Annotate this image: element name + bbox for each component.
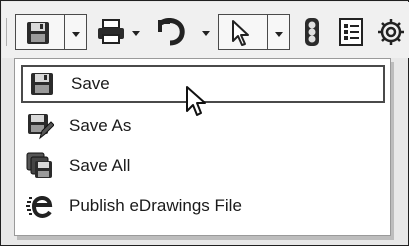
save-as-icon bbox=[25, 111, 55, 141]
menu-item-save-all[interactable]: Save All bbox=[21, 147, 385, 185]
select-split-separator bbox=[267, 15, 268, 49]
menu-item-publish-edrawings[interactable]: Publish eDrawings File bbox=[21, 187, 385, 225]
standard-toolbar bbox=[2, 2, 409, 58]
save-all-icon bbox=[25, 151, 55, 181]
menu-item-label: Save As bbox=[69, 116, 132, 135]
select-chevron-down-icon[interactable] bbox=[271, 29, 287, 39]
print-chevron-down-icon[interactable] bbox=[130, 28, 142, 38]
save-icon bbox=[27, 69, 57, 99]
menu-item-label: Save bbox=[71, 74, 110, 93]
printer-icon[interactable] bbox=[94, 18, 128, 46]
save-split-button[interactable] bbox=[15, 14, 87, 50]
cursor-icon[interactable] bbox=[227, 18, 257, 48]
save-icon[interactable] bbox=[24, 19, 52, 47]
traffic-light-icon[interactable] bbox=[298, 16, 326, 48]
split-separator bbox=[64, 15, 65, 49]
undo-icon[interactable] bbox=[152, 16, 192, 48]
list-icon[interactable] bbox=[336, 17, 366, 47]
window-frame: Save Save As Save All Publish eDrawings … bbox=[0, 0, 409, 246]
gear-icon[interactable] bbox=[374, 17, 408, 47]
undo-chevron-down-icon[interactable] bbox=[200, 28, 212, 38]
mouse-pointer-icon bbox=[184, 85, 210, 124]
toolbar-left-edge bbox=[6, 18, 7, 46]
select-split-button[interactable] bbox=[218, 14, 290, 50]
edrawings-icon bbox=[25, 191, 55, 221]
menu-item-label: Publish eDrawings File bbox=[69, 196, 242, 215]
menu-item-label: Save All bbox=[69, 156, 131, 175]
chevron-down-icon[interactable] bbox=[68, 29, 84, 39]
